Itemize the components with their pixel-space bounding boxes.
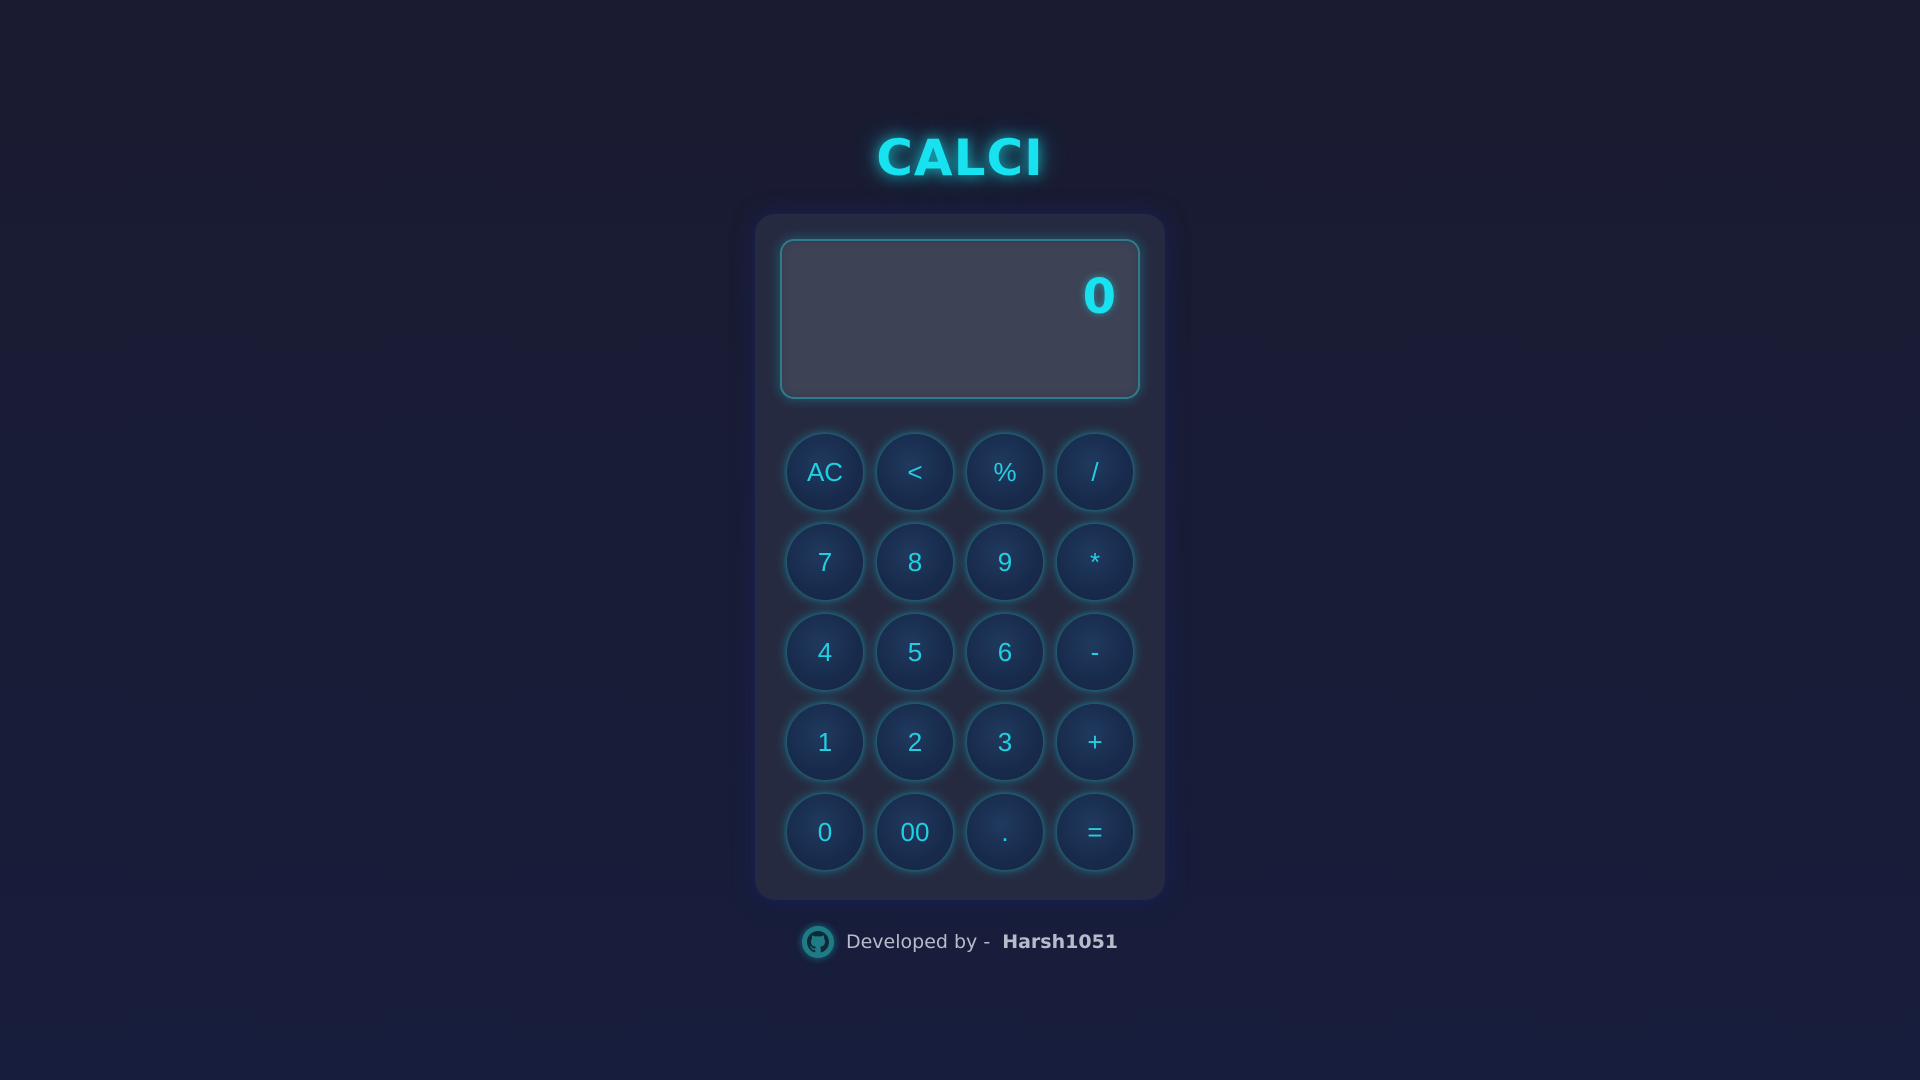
percent-button[interactable]: %	[967, 434, 1043, 510]
digit-5-button[interactable]: 5	[877, 614, 953, 690]
app-title: CALCI	[876, 129, 1044, 187]
digit-0-button[interactable]: 0	[787, 794, 863, 870]
digit-7-button[interactable]: 7	[787, 524, 863, 600]
footer: Developed by - Harsh1051	[0, 926, 1920, 958]
subtract-button[interactable]: -	[1057, 614, 1133, 690]
digit-6-button[interactable]: 6	[967, 614, 1043, 690]
multiply-button[interactable]: *	[1057, 524, 1133, 600]
decimal-point-button[interactable]: .	[967, 794, 1043, 870]
backspace-button[interactable]: <	[877, 434, 953, 510]
digit-1-button[interactable]: 1	[787, 704, 863, 780]
digit-8-button[interactable]: 8	[877, 524, 953, 600]
author-link[interactable]: Harsh1051	[1002, 931, 1118, 953]
display-value: 0	[1082, 269, 1116, 325]
equals-button[interactable]: =	[1057, 794, 1133, 870]
footer-credit-text: Developed by -	[845, 931, 991, 953]
keypad: AC < % / 7 8 9 * 4 5 6 - 1 2 3 + 0 00 . …	[787, 434, 1133, 870]
divide-button[interactable]: /	[1057, 434, 1133, 510]
add-button[interactable]: +	[1057, 704, 1133, 780]
all-clear-button[interactable]: AC	[787, 434, 863, 510]
digit-4-button[interactable]: 4	[787, 614, 863, 690]
calculator-body: 0 AC < % / 7 8 9 * 4 5 6 - 1 2 3 + 0 00 …	[755, 214, 1165, 900]
github-icon[interactable]	[801, 926, 834, 958]
digit-9-button[interactable]: 9	[967, 524, 1043, 600]
digit-2-button[interactable]: 2	[877, 704, 953, 780]
digit-3-button[interactable]: 3	[967, 704, 1043, 780]
calculator-display: 0	[780, 239, 1140, 399]
double-zero-button[interactable]: 00	[877, 794, 953, 870]
